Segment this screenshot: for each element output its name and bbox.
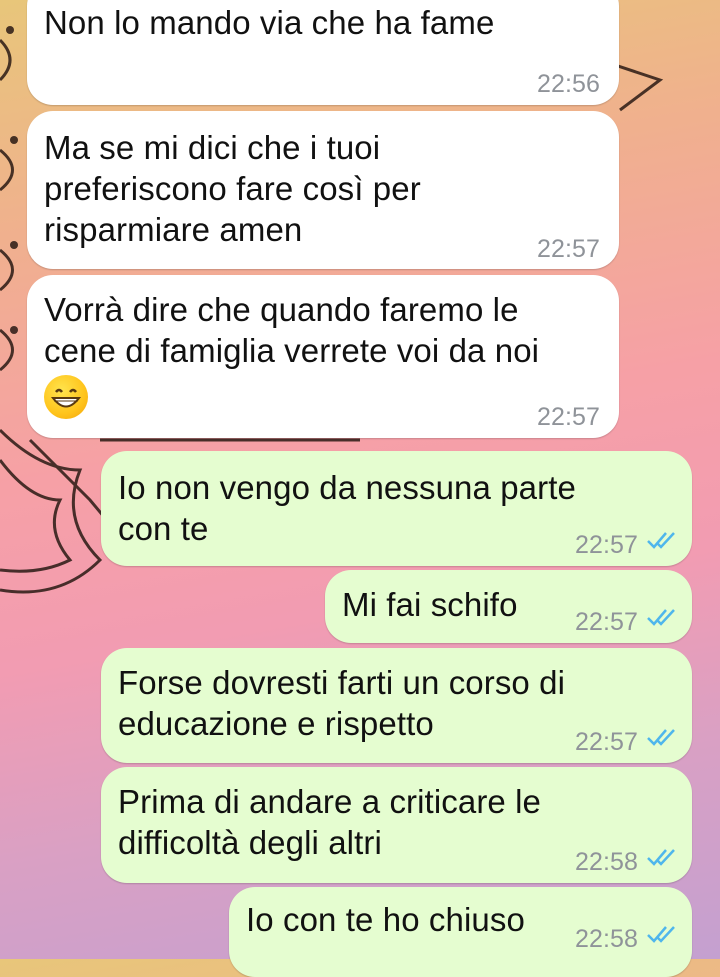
message-bubble-incoming[interactable]: Non lo mando via che ha fame 22:56 <box>27 0 619 105</box>
message-bubble-outgoing[interactable]: Prima di andare a criticare le difficolt… <box>101 767 692 883</box>
message-bubble-outgoing[interactable]: Forse dovresti farti un corso di educazi… <box>101 648 692 763</box>
message-time: 22:58 <box>574 848 638 876</box>
message-time: 22:58 <box>574 925 638 953</box>
message-text: Ma se mi dici che i tuoi preferiscono fa… <box>44 129 421 248</box>
read-receipt-icon <box>647 609 675 626</box>
message-text: Io non vengo da nessuna parte con te <box>118 469 576 547</box>
message-bubble-outgoing[interactable]: Mi fai schifo 22:57 <box>325 570 692 643</box>
message-time: 22:56 <box>536 70 600 98</box>
read-receipt-icon <box>647 729 675 746</box>
message-time: 22:57 <box>574 531 638 559</box>
message-bubble-incoming[interactable]: Ma se mi dici che i tuoi preferiscono fa… <box>27 111 619 269</box>
message-text: Prima di andare a criticare le difficolt… <box>118 783 542 861</box>
message-time: 22:57 <box>574 608 638 636</box>
message-bubble-incoming[interactable]: Vorrà dire che quando faremo le cene di … <box>27 275 619 438</box>
message-text: Forse dovresti farti un corso di educazi… <box>118 664 566 742</box>
read-receipt-icon <box>647 849 675 866</box>
message-bubble-outgoing[interactable]: Io non vengo da nessuna parte con te 22:… <box>101 451 692 566</box>
grinning-face-emoji-icon <box>44 375 88 419</box>
message-text: Non lo mando via che ha fame <box>44 4 495 41</box>
message-time: 22:57 <box>536 403 600 431</box>
read-receipt-icon <box>647 926 675 943</box>
message-text: Vorrà dire che quando faremo le cene di … <box>44 291 540 369</box>
message-time: 22:57 <box>536 235 600 263</box>
read-receipt-icon <box>647 532 675 549</box>
message-time: 22:57 <box>574 728 638 756</box>
message-text: Mi fai schifo <box>342 586 518 623</box>
message-text: Io con te ho chiuso <box>246 901 525 938</box>
message-bubble-outgoing[interactable]: Io con te ho chiuso 22:58 <box>229 887 692 977</box>
